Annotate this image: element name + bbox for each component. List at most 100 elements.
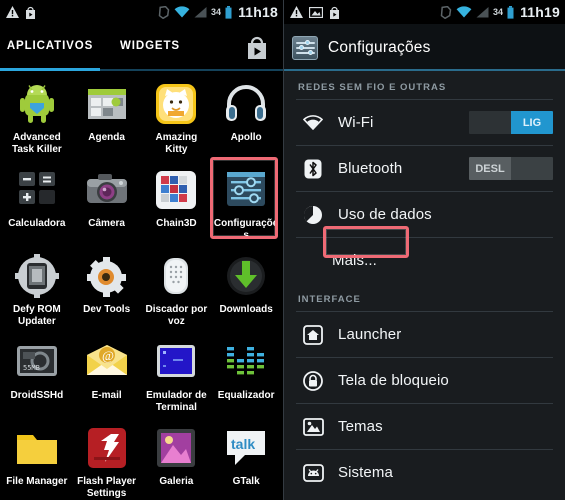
app-item[interactable]: Advanced Task Killer: [2, 77, 72, 163]
toggle-off-side: DESL: [469, 157, 511, 180]
app-label: Apollo: [230, 132, 262, 143]
app-label: Emulador de Terminal: [146, 390, 207, 413]
play-store-bag-icon[interactable]: [245, 35, 269, 61]
headphones-icon: [223, 81, 269, 127]
app-item[interactable]: Calculadora: [2, 163, 72, 249]
play-store-icon: [329, 6, 340, 19]
battery-icon: [225, 5, 232, 19]
terminal-box-icon: 55MB: [14, 339, 60, 385]
settings-list: REDES SEM FIO E OUTRAS Wi-Fi LIG Bluetoo…: [284, 71, 565, 500]
app-label: Advanced Task Killer: [11, 132, 62, 155]
app-item[interactable]: Dev Tools: [72, 249, 142, 335]
page-title: Configurações: [328, 38, 431, 56]
wifi-icon: [456, 6, 472, 18]
folder-icon: [14, 425, 60, 471]
app-item[interactable]: Câmera: [72, 163, 142, 249]
settings-row-label: Sistema: [338, 464, 393, 481]
settings-row-launcher[interactable]: Launcher: [284, 312, 565, 357]
toggle-off-side: [469, 111, 511, 134]
app-label: Flash Player Settings: [77, 476, 137, 499]
tab-widgets[interactable]: WIDGETS: [100, 40, 200, 56]
settings-row-label: Launcher: [338, 326, 402, 343]
launcher-status-bar: 34 11h18: [0, 0, 283, 24]
status-right-icons: 34 11h18: [158, 5, 278, 19]
cubes-icon: [153, 167, 199, 213]
bluetooth-toggle[interactable]: DESL: [469, 157, 553, 180]
screenshot-icon: [309, 6, 323, 18]
settings-row-data-usage[interactable]: Uso de dados: [284, 192, 565, 237]
nfc-icon: [440, 5, 452, 19]
settings-header[interactable]: Configurações: [284, 24, 565, 71]
app-item[interactable]: talk GTalk: [211, 421, 281, 500]
launcher-tab-bar: APLICATIVOS WIDGETS: [0, 24, 283, 71]
play-store-icon: [25, 6, 36, 19]
launcher-home-icon: [302, 324, 324, 346]
signal-icon: [476, 6, 489, 18]
app-item[interactable]: 55MB DroidSSHd: [2, 335, 72, 421]
settings-row-temas[interactable]: Temas: [284, 404, 565, 449]
app-item[interactable]: Downloads: [211, 249, 281, 335]
app-item-settings[interactable]: Configurações: [211, 163, 281, 249]
settings-sliders-icon: [292, 35, 318, 60]
gallery-photo-icon: [153, 425, 199, 471]
app-item[interactable]: File Manager: [2, 421, 72, 500]
settings-row-bluetooth[interactable]: Bluetooth DESL: [284, 146, 565, 191]
svg-text:talk: talk: [231, 436, 255, 452]
wifi-icon: [302, 112, 324, 134]
settings-row-label: Bluetooth: [338, 160, 403, 177]
warning-icon: [290, 6, 303, 18]
app-item[interactable]: Emulador de Terminal: [142, 335, 212, 421]
app-grid: Advanced Task Killer Agenda Amazing Kitt…: [0, 71, 283, 500]
download-arrow-icon: [223, 253, 269, 299]
bluetooth-icon: [302, 158, 324, 180]
toggle-on-side: LIG: [511, 111, 553, 134]
settings-row-label: Wi-Fi: [338, 114, 374, 131]
settings-status-bar: 34 11h19: [284, 0, 565, 24]
app-label: Configurações: [213, 218, 279, 241]
app-item[interactable]: Agenda: [72, 77, 142, 163]
app-label: E-mail: [91, 390, 122, 401]
status-left-icons: [6, 6, 36, 19]
svg-text:55MB: 55MB: [23, 364, 40, 372]
status-clock: 11h18: [238, 4, 278, 20]
app-label: DroidSSHd: [10, 390, 64, 401]
svg-text:@: @: [102, 348, 114, 363]
settings-row-lockscreen[interactable]: Tela de bloqueio: [284, 358, 565, 403]
app-item[interactable]: Flash Player Settings: [72, 421, 142, 500]
app-item[interactable]: Discador por voz: [142, 249, 212, 335]
data-usage-pie-icon: [302, 204, 324, 226]
section-header-wireless: REDES SEM FIO E OUTRAS: [284, 71, 565, 99]
app-label: Chain3D: [156, 218, 197, 229]
app-label: Calculadora: [8, 218, 66, 229]
settings-row-wifi[interactable]: Wi-Fi LIG: [284, 100, 565, 145]
talk-bubble-icon: talk: [223, 425, 269, 471]
app-item[interactable]: Galeria: [142, 421, 212, 500]
settings-row-sistema[interactable]: Sistema: [284, 450, 565, 495]
warning-icon: [6, 6, 19, 18]
app-item[interactable]: Defy ROM Updater: [2, 249, 72, 335]
settings-panel: 34 11h19 Configurações REDES SEM FIO E O…: [283, 0, 565, 500]
app-item[interactable]: Equalizador: [211, 335, 281, 421]
tab-active-indicator: [0, 68, 100, 71]
settings-row-mais[interactable]: Mais...: [284, 238, 565, 283]
launcher-panel: 34 11h18 APLICATIVOS WIDGETS Advanced Ta…: [0, 0, 283, 500]
battery-level: 34: [211, 6, 222, 17]
tab-aplicativos[interactable]: APLICATIVOS: [0, 40, 100, 56]
gear-icon: [84, 253, 130, 299]
app-label: File Manager: [6, 476, 68, 487]
battery-icon: [507, 5, 514, 19]
app-label: Câmera: [88, 218, 125, 229]
status-clock: 11h19: [520, 4, 560, 20]
app-label: Agenda: [88, 132, 125, 143]
app-item[interactable]: @ E-mail: [72, 335, 142, 421]
app-label: Defy ROM Updater: [12, 304, 61, 327]
dual-screenshot: 34 11h18 APLICATIVOS WIDGETS Advanced Ta…: [0, 0, 565, 500]
wifi-toggle[interactable]: LIG: [469, 111, 553, 134]
app-item[interactable]: Chain3D: [142, 163, 212, 249]
app-item[interactable]: Amazing Kitty: [142, 77, 212, 163]
lock-icon: [302, 370, 324, 392]
signal-icon: [194, 6, 207, 18]
system-android-icon: [302, 462, 324, 484]
status-right-icons: 34 11h19: [440, 5, 560, 19]
app-item[interactable]: Apollo: [211, 77, 281, 163]
